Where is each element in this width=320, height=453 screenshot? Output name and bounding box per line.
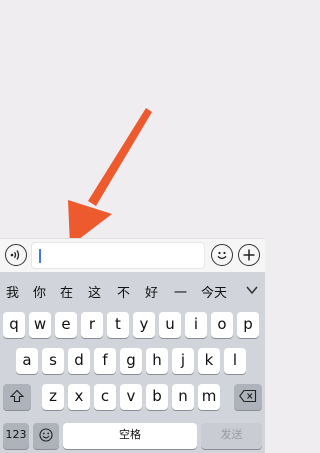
plus-icon [243, 249, 255, 261]
emoji-key[interactable] [33, 423, 59, 449]
voice-input-icon [10, 250, 20, 260]
send-key[interactable]: 发送 [201, 423, 262, 449]
key-h[interactable]: h [146, 348, 168, 374]
candidate-word[interactable]: 不 [117, 282, 130, 301]
shift-icon [10, 389, 24, 403]
candidate-word[interactable]: 好 [145, 282, 158, 301]
keyboard: 我 你 在 这 不 好 一 今天 q w e r t y u i o p a s… [0, 272, 265, 453]
space-key[interactable]: 空格 [63, 423, 197, 449]
key-e[interactable]: e [55, 312, 77, 338]
key-m[interactable]: m [198, 384, 220, 410]
numbers-key[interactable]: 123 [3, 423, 29, 449]
key-i[interactable]: i [185, 312, 207, 338]
key-k[interactable]: k [198, 348, 220, 374]
text-caret [39, 249, 41, 263]
chat-input-bar [0, 238, 265, 272]
key-x[interactable]: x [68, 384, 90, 410]
key-r[interactable]: r [81, 312, 103, 338]
emoji-button[interactable] [211, 244, 233, 266]
key-f[interactable]: f [94, 348, 116, 374]
key-g[interactable]: g [120, 348, 142, 374]
key-q[interactable]: q [3, 312, 25, 338]
backspace-icon [239, 389, 257, 403]
key-u[interactable]: u [159, 312, 181, 338]
key-o[interactable]: o [211, 312, 233, 338]
key-p[interactable]: p [237, 312, 259, 338]
chat-message-area [0, 0, 265, 238]
emoji-icon [217, 251, 227, 260]
emoji-icon [39, 428, 53, 442]
chevron-down-icon[interactable] [245, 284, 259, 296]
key-b[interactable]: b [146, 384, 168, 410]
key-j[interactable]: j [172, 348, 194, 374]
more-options-button[interactable] [238, 244, 260, 266]
key-y[interactable]: y [133, 312, 155, 338]
key-t[interactable]: t [107, 312, 129, 338]
key-c[interactable]: c [94, 384, 116, 410]
candidate-word[interactable]: 我 [6, 282, 19, 301]
message-input[interactable] [31, 242, 205, 269]
candidate-word[interactable]: 一 [174, 282, 187, 301]
key-a[interactable]: a [16, 348, 38, 374]
key-s[interactable]: s [42, 348, 64, 374]
candidate-word[interactable]: 在 [60, 282, 73, 301]
key-n[interactable]: n [172, 384, 194, 410]
candidate-bar: 我 你 在 这 不 好 一 今天 [0, 278, 265, 304]
candidate-word[interactable]: 这 [88, 282, 101, 301]
voice-input-button[interactable] [5, 244, 27, 266]
candidate-word[interactable]: 你 [33, 282, 46, 301]
key-l[interactable]: l [224, 348, 246, 374]
key-v[interactable]: v [120, 384, 142, 410]
key-w[interactable]: w [29, 312, 51, 338]
key-z[interactable]: z [42, 384, 64, 410]
delete-key[interactable] [234, 384, 262, 410]
shift-key[interactable] [3, 384, 31, 410]
candidate-word[interactable]: 今天 [201, 282, 227, 301]
key-d[interactable]: d [68, 348, 90, 374]
